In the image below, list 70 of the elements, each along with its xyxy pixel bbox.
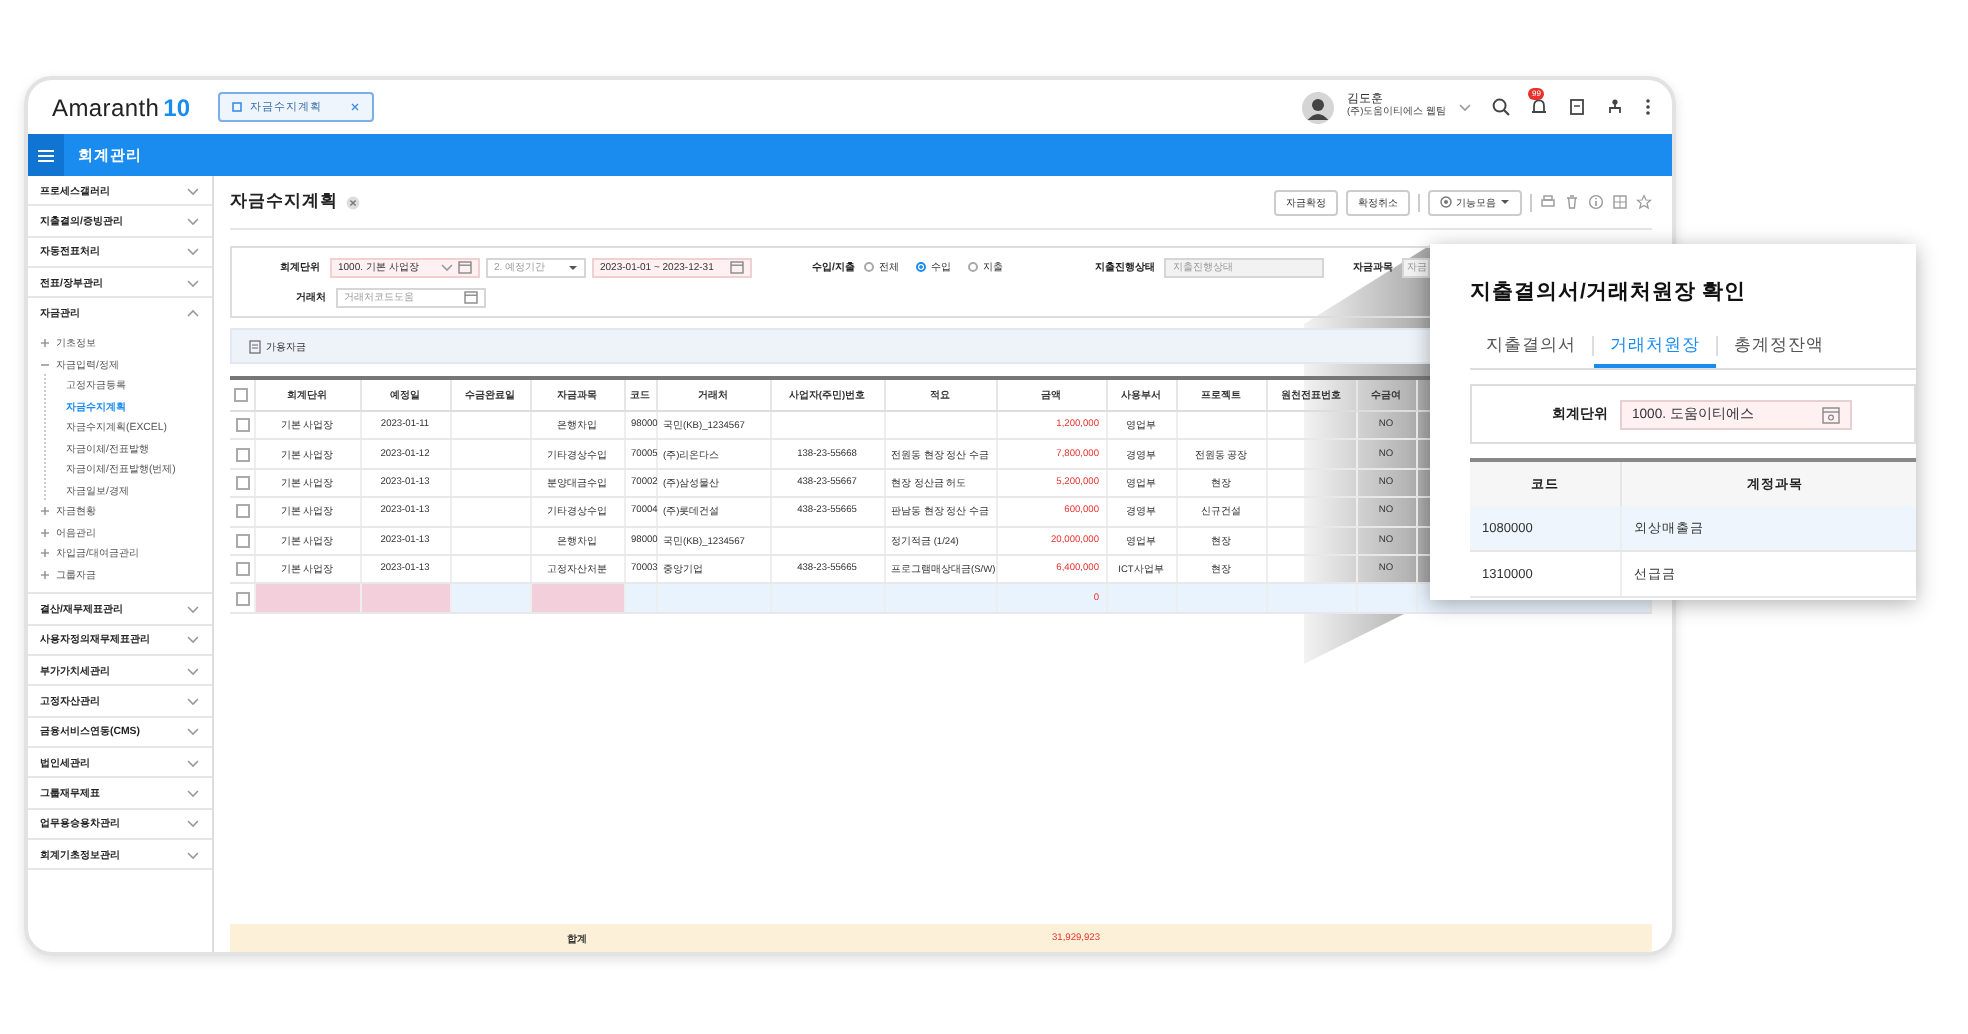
row-checkbox[interactable]: [236, 504, 250, 519]
org-chart-icon[interactable]: [1606, 98, 1624, 116]
plus-icon[interactable]: [40, 569, 50, 580]
row-checkbox[interactable]: [236, 591, 250, 606]
chevron-down-icon[interactable]: [186, 665, 200, 676]
chevron-down-icon[interactable]: [186, 277, 200, 288]
optional-cell[interactable]: [450, 583, 530, 613]
chevron-down-icon[interactable]: [186, 634, 200, 645]
tab[interactable]: 거래처원장: [1594, 324, 1716, 368]
chevron-down-icon[interactable]: [186, 757, 200, 768]
chevron-down-icon[interactable]: [186, 787, 200, 798]
calendar-icon[interactable]: [464, 290, 478, 304]
star-icon[interactable]: [1636, 194, 1652, 210]
page-title: 자금수지계획: [230, 190, 338, 214]
more-icon[interactable]: [1644, 98, 1652, 116]
required-cell[interactable]: [360, 583, 450, 613]
radio-button[interactable]: [968, 262, 979, 272]
close-icon[interactable]: [346, 195, 360, 209]
trash-icon[interactable]: [1564, 194, 1580, 210]
document-icon[interactable]: [1568, 98, 1586, 116]
logo-version: 10: [163, 93, 190, 121]
chevron-down-icon[interactable]: [186, 215, 200, 226]
tab[interactable]: 총계정잔액: [1718, 324, 1840, 368]
search-icon[interactable]: [1492, 98, 1510, 116]
row-checkbox[interactable]: [236, 418, 250, 433]
chevron-down-icon[interactable]: [186, 185, 200, 196]
caret-icon: [568, 263, 578, 271]
tab[interactable]: 지출결의서: [1470, 324, 1592, 368]
spreadsheet-icon[interactable]: [1612, 194, 1628, 210]
chevron-down-icon[interactable]: [440, 262, 454, 272]
plus-icon[interactable]: [40, 548, 50, 559]
avatar-icon[interactable]: [1302, 91, 1335, 123]
required-cell[interactable]: [254, 583, 360, 613]
popup-title: 지출결의서/거래처원장 확인: [1470, 278, 1748, 308]
close-icon[interactable]: [350, 102, 360, 112]
caret-icon: [1500, 198, 1510, 206]
info-icon[interactable]: [1588, 194, 1604, 210]
radio-button[interactable]: [916, 262, 927, 272]
calendar-icon[interactable]: [730, 260, 744, 274]
chevron-down-icon[interactable]: [186, 849, 200, 859]
chevron-down-icon[interactable]: [186, 246, 200, 257]
row-checkbox[interactable]: [236, 562, 250, 577]
bell-icon[interactable]: [1530, 98, 1548, 116]
chevron-down-icon[interactable]: [1458, 102, 1472, 112]
plus-icon[interactable]: [40, 527, 50, 538]
window-icon: [232, 102, 242, 112]
calendar-icon[interactable]: [458, 260, 472, 274]
optional-cell[interactable]: [1356, 583, 1416, 613]
chevron-up-icon[interactable]: [186, 308, 200, 319]
gear-icon: [1440, 196, 1452, 208]
plus-icon[interactable]: [40, 506, 50, 517]
document-icon: [248, 339, 262, 353]
row-checkbox[interactable]: [236, 475, 250, 490]
chevron-down-icon[interactable]: [186, 726, 200, 737]
print-icon[interactable]: [1540, 194, 1556, 210]
chevron-down-icon[interactable]: [186, 604, 200, 615]
row-checkbox[interactable]: [236, 447, 250, 462]
select-all-checkbox[interactable]: [234, 388, 249, 402]
calendar-icon[interactable]: [1822, 405, 1840, 423]
radio-button[interactable]: [864, 262, 875, 272]
required-cell[interactable]: [530, 583, 624, 613]
logo-text: Amaranth: [52, 93, 160, 121]
chevron-down-icon[interactable]: [186, 818, 200, 829]
minus-icon[interactable]: [40, 359, 50, 370]
optional-cell[interactable]: [1266, 583, 1356, 613]
plus-icon[interactable]: [40, 338, 50, 349]
menu-icon[interactable]: [38, 149, 54, 161]
chevron-down-icon[interactable]: [186, 696, 200, 707]
menu-button[interactable]: [28, 134, 64, 176]
row-checkbox[interactable]: [236, 533, 250, 548]
